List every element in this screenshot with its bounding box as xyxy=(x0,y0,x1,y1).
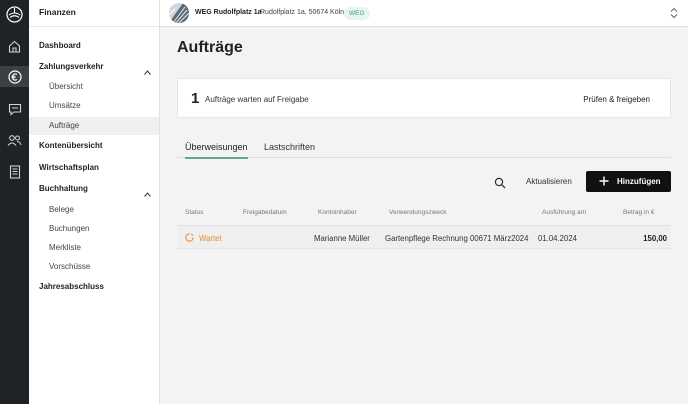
home-icon[interactable] xyxy=(4,36,25,57)
tab-ueberweisungen[interactable]: Überweisungen xyxy=(185,142,248,159)
euro-icon[interactable] xyxy=(0,66,29,87)
tab-lastschriften[interactable]: Lastschriften xyxy=(264,142,315,157)
cell-ausfuehrung: 01.04.2024 xyxy=(538,234,578,243)
pending-message: Aufträge warten auf Freigabe xyxy=(205,95,309,104)
logo-icon[interactable] xyxy=(6,6,23,23)
sidebar-item-auftraege[interactable]: Aufträge xyxy=(29,117,159,135)
status-cell: Wartet xyxy=(185,233,222,244)
sidebar-item-wirtschaftsplan[interactable]: Wirtschaftsplan xyxy=(29,159,159,177)
sidebar-item-belege[interactable]: Belege xyxy=(29,201,159,219)
pending-spinner-icon xyxy=(185,233,194,244)
sidebar-item-kontenuebersicht[interactable]: Kontenübersicht xyxy=(29,137,159,155)
sidebar-item-label: Buchhaltung xyxy=(39,184,88,193)
cell-kontoinhaber: Marianne Müller xyxy=(314,234,370,243)
property-avatar[interactable] xyxy=(169,3,189,23)
property-bar: WEG Rudolfplatz 1a Rudolfplatz 1a, 50674… xyxy=(160,0,688,27)
property-address: Rudolfplatz 1a, 50674 Köln xyxy=(260,9,345,16)
switch-property-icon[interactable] xyxy=(670,7,678,21)
table-row[interactable]: Wartet Marianne Müller Gartenpflege Rech… xyxy=(177,225,671,249)
sidebar-item-dashboard[interactable]: Dashboard xyxy=(29,37,159,55)
column-header-freigabedatum[interactable]: Freigabedatum xyxy=(243,209,287,216)
column-header-verwendungszweck[interactable]: Verwendungszweck xyxy=(389,209,446,216)
refresh-button[interactable]: Aktualisieren xyxy=(526,177,572,186)
column-header-status[interactable]: Status xyxy=(185,209,203,216)
cell-verwendungszweck: Gartenpflege Rechnung 00671 März2024 xyxy=(385,234,529,243)
sidebar-item-umsaetze[interactable]: Umsätze xyxy=(29,97,159,115)
column-header-ausfuehrung[interactable]: Ausführung am xyxy=(542,209,586,216)
main-content: Aufträge 1 Aufträge warten auf Freigabe … xyxy=(160,27,688,404)
add-button-label: Hinzufügen xyxy=(617,177,661,186)
column-header-kontoinhaber[interactable]: Kontoinhaber xyxy=(318,209,357,216)
sidebar-item-buchhaltung[interactable]: Buchhaltung xyxy=(29,180,159,198)
plus-icon xyxy=(599,176,609,188)
add-button[interactable]: Hinzufügen xyxy=(586,171,671,192)
weg-badge: WEG xyxy=(344,7,370,20)
sidebar-title: Finanzen xyxy=(29,0,159,27)
chat-icon[interactable] xyxy=(4,99,25,120)
tab-bar: Überweisungen Lastschriften xyxy=(177,136,671,159)
sidebar-item-uebersicht[interactable]: Übersicht xyxy=(29,78,159,96)
approval-banner: 1 Aufträge warten auf Freigabe Prüfen & … xyxy=(177,78,671,118)
status-label: Wartet xyxy=(199,234,222,243)
property-name: WEG Rudolfplatz 1a xyxy=(195,9,262,16)
column-header-betrag[interactable]: Betrag in € xyxy=(623,209,654,216)
page-title: Aufträge xyxy=(177,39,243,56)
sidebar-item-buchungen[interactable]: Buchungen xyxy=(29,220,159,238)
people-icon[interactable] xyxy=(4,130,25,151)
sidebar-item-zahlungsverkehr[interactable]: Zahlungsverkehr xyxy=(29,58,159,76)
icon-rail xyxy=(0,0,29,404)
cell-betrag: 150,00 xyxy=(643,234,667,243)
pending-count: 1 xyxy=(191,90,200,107)
sidebar-item-jahresabschluss[interactable]: Jahresabschluss xyxy=(29,278,159,296)
search-icon[interactable] xyxy=(494,177,506,189)
review-approve-link[interactable]: Prüfen & freigeben xyxy=(583,95,650,104)
sidebar-item-label: Zahlungsverkehr xyxy=(39,62,104,71)
document-icon[interactable] xyxy=(4,161,25,182)
sidebar-item-merkliste[interactable]: Merkliste xyxy=(29,239,159,257)
sidebar-item-vorschuesse[interactable]: Vorschüsse xyxy=(29,258,159,276)
sidebar: Finanzen Dashboard Zahlungsverkehr Übers… xyxy=(29,0,160,404)
